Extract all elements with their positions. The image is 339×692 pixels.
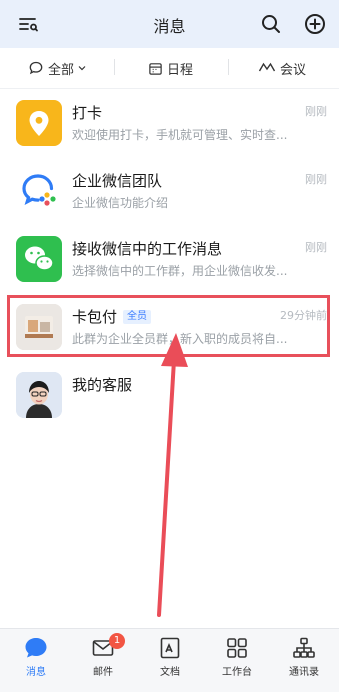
- top-header: 消息: [0, 0, 339, 48]
- conversation-title: 我的客服: [72, 376, 133, 394]
- group-photo-avatar: [16, 304, 62, 350]
- filter-schedule[interactable]: 日程: [148, 58, 193, 78]
- conversation-title: 接收微信中的工作消息: [72, 240, 223, 258]
- tab-docs-label: 文档: [160, 667, 180, 678]
- list-item[interactable]: 我的客服: [0, 364, 339, 431]
- document-icon: [160, 637, 180, 659]
- tab-messages-label: 消息: [26, 667, 46, 678]
- conversation-title: 卡包付 全员: [72, 306, 152, 327]
- filter-meeting-label: 会议: [280, 62, 307, 78]
- chat-bubble-icon: [29, 61, 43, 75]
- divider: [228, 59, 229, 75]
- page-title: 消息: [153, 17, 186, 36]
- conversation-preview: 此群为企业全员群，新入职的成员将自...: [72, 332, 288, 346]
- tab-mail[interactable]: 1 邮件: [73, 633, 133, 678]
- all-staff-tag: 全员: [123, 309, 152, 324]
- filter-schedule-label: 日程: [167, 62, 194, 78]
- list-item[interactable]: 接收微信中的工作消息 选择微信中的工作群，用企业微信收发... 刚刚: [0, 228, 339, 295]
- conversation-time: 刚刚: [305, 105, 327, 118]
- org-chart-icon: [293, 637, 315, 658]
- wechat-bubbles-icon: [16, 236, 62, 282]
- filter-bar: 全部 日程 会议: [0, 48, 339, 89]
- divider: [114, 59, 115, 75]
- conversation-preview: 选择微信中的工作群，用企业微信收发...: [72, 264, 288, 278]
- meeting-icon: [258, 62, 276, 72]
- person-photo-avatar: [16, 372, 62, 418]
- conversation-title-text: 卡包付: [72, 308, 118, 326]
- conversation-time: 刚刚: [305, 241, 327, 254]
- filter-all[interactable]: 全部: [28, 58, 91, 78]
- list-item[interactable]: 企业微信团队 企业微信功能介绍 刚刚: [0, 160, 339, 227]
- tab-workbench-label: 工作台: [222, 667, 252, 678]
- add-icon[interactable]: [303, 12, 327, 36]
- message-bubble-icon: [25, 638, 47, 658]
- filter-all-label: 全部: [48, 62, 75, 78]
- conversation-title: 企业微信团队: [72, 172, 163, 190]
- location-pin-icon: [16, 100, 62, 146]
- search-icon[interactable]: [259, 12, 283, 36]
- conversation-preview: 企业微信功能介绍: [72, 196, 169, 210]
- calendar-icon: [149, 62, 162, 75]
- tab-messages[interactable]: 消息: [6, 635, 66, 678]
- unread-badge: 1: [109, 633, 125, 649]
- tab-mail-label: 邮件: [93, 667, 113, 678]
- conversation-title: 打卡: [72, 104, 103, 122]
- list-item[interactable]: 卡包付 全员 此群为企业全员群，新入职的成员将自... 29分钟前: [0, 296, 339, 363]
- grid-apps-icon: [227, 638, 247, 658]
- tab-workbench[interactable]: 工作台: [207, 635, 267, 678]
- chevron-down-icon: [78, 66, 86, 71]
- tab-contacts[interactable]: 通讯录: [274, 635, 334, 678]
- conversation-time: 刚刚: [305, 173, 327, 186]
- tab-docs[interactable]: 文档: [140, 635, 200, 678]
- conversation-preview: 欢迎使用打卡，手机就可管理、实时查...: [72, 128, 288, 142]
- wecom-logo-icon: [16, 168, 62, 214]
- filter-meeting[interactable]: 会议: [258, 58, 306, 78]
- list-item[interactable]: 打卡 欢迎使用打卡，手机就可管理、实时查... 刚刚: [0, 92, 339, 159]
- conversation-time: 29分钟前: [280, 309, 327, 322]
- bottom-tab-bar: 消息 1 邮件 文档 工作台 通讯录: [0, 628, 339, 692]
- tab-contacts-label: 通讯录: [289, 667, 319, 678]
